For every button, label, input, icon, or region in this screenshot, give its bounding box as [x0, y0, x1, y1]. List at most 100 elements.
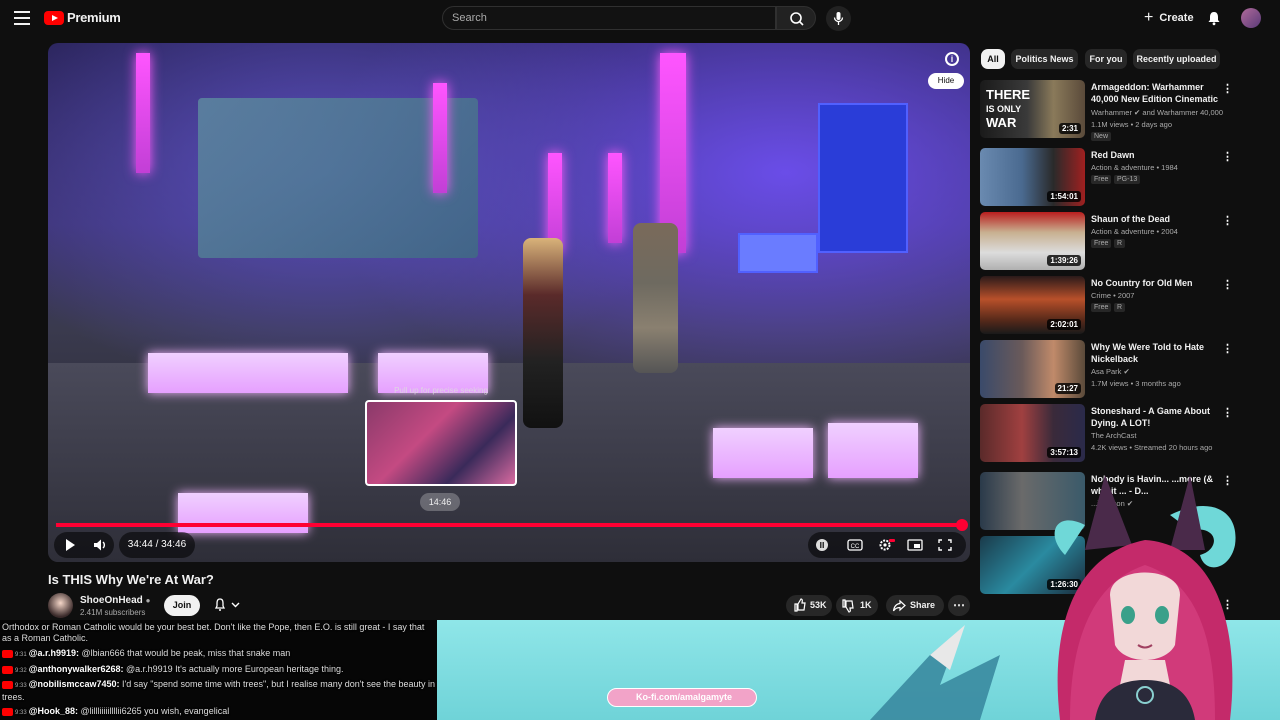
- bell-icon: [214, 598, 240, 611]
- video-thumbnail[interactable]: 1:54:01: [980, 148, 1085, 206]
- youtube-icon: [2, 680, 13, 689]
- chip-all[interactable]: All: [981, 49, 1005, 69]
- join-button[interactable]: Join: [164, 595, 200, 616]
- recommendation-meta: Crime • 2007: [1091, 291, 1135, 300]
- video-scene-person: [523, 238, 563, 428]
- voice-search-button[interactable]: [826, 6, 851, 31]
- volume-icon: [94, 539, 105, 551]
- channel-name[interactable]: ShoeOnHead ●: [80, 595, 150, 606]
- recommendation-item[interactable]: THERE IS ONLY WAR 2:31 Armageddon: Warhamm…: [980, 80, 1270, 141]
- chat-time: 9:33: [15, 710, 27, 716]
- chat-text: Orthodox or Roman Catholic would be your…: [2, 622, 425, 643]
- recommendation-channel[interactable]: Warhammer ✔ and Warhammer 40,000: [1091, 108, 1223, 118]
- play-icon: [66, 539, 75, 551]
- svg-text:CC: CC: [851, 544, 860, 550]
- thumbnail-art-text: THERE IS ONLY WAR: [986, 87, 1031, 130]
- like-count: 53K: [810, 600, 827, 610]
- video-scene-light: [136, 53, 150, 173]
- chat-text: @lbian666 that would be peak, miss that …: [81, 648, 291, 658]
- recommendation-title[interactable]: Why We Were Told to Hate Nickelback: [1091, 341, 1219, 365]
- channel-avatar[interactable]: [48, 593, 73, 618]
- more-vertical-icon[interactable]: ⋮: [1222, 214, 1233, 227]
- free-badge: Free: [1091, 303, 1112, 312]
- recommendation-title[interactable]: No Country for Old Men: [1091, 277, 1219, 289]
- subscriber-count: 2.41M subscribers: [80, 608, 146, 617]
- video-duration: 21:27: [1054, 383, 1081, 394]
- recommendation-title[interactable]: Stoneshard - A Game About Dying. A LOT!: [1091, 405, 1219, 429]
- video-duration: 2:02:01: [1047, 319, 1081, 330]
- autoplay-toggle[interactable]: [812, 532, 832, 562]
- hide-button[interactable]: Hide: [928, 73, 964, 89]
- recommendation-item[interactable]: 1:54:01 Red Dawn Action & adventure • 19…: [980, 148, 1270, 208]
- vtuber-avatar: [870, 475, 1236, 720]
- account-avatar[interactable]: [1241, 8, 1261, 28]
- create-button[interactable]: + Create: [1136, 6, 1196, 30]
- kofi-link[interactable]: Ko-fi.com/amalgamyte: [607, 688, 757, 707]
- chat-username: @anthonywalker6268:: [28, 664, 124, 674]
- chip-for-you[interactable]: For you: [1085, 49, 1127, 69]
- captions-icon: CC: [847, 539, 863, 551]
- video-thumbnail[interactable]: 3:57:13: [980, 404, 1085, 462]
- recommendation-title[interactable]: Red Dawn: [1091, 149, 1219, 161]
- chat-message: 9:32 @anthonywalker6268: @a.r.h9919 It's …: [2, 664, 344, 674]
- free-badge: Free: [1091, 175, 1112, 184]
- free-badge: Free: [1091, 239, 1112, 248]
- recommendation-meta: Action & adventure • 1984: [1091, 163, 1178, 172]
- recommendation-title[interactable]: Shaun of the Dead: [1091, 213, 1219, 225]
- youtube-icon: [2, 649, 13, 658]
- recommendation-stats: 1.1M views • 2 days ago: [1091, 120, 1172, 129]
- recommendation-channel[interactable]: Asa Park ✔: [1091, 367, 1130, 377]
- chat-time: 9:32: [15, 668, 27, 674]
- video-duration: 1:54:01: [1047, 191, 1081, 202]
- play-button[interactable]: [58, 532, 82, 562]
- video-scene-stage-light: [148, 353, 348, 393]
- more-vertical-icon[interactable]: ⋮: [1222, 342, 1233, 355]
- thumbs-up-icon: [794, 598, 806, 612]
- progress-bar[interactable]: [56, 523, 962, 527]
- menu-icon[interactable]: [14, 11, 30, 25]
- recommendation-item[interactable]: 2:02:01 No Country for Old Men Crime • 2…: [980, 276, 1270, 336]
- video-scene-panel: [738, 233, 818, 273]
- search-input[interactable]: Search: [442, 6, 776, 30]
- youtube-icon: [2, 707, 13, 716]
- chip-politics-news[interactable]: Politics News: [1011, 49, 1078, 69]
- pause-icon: [816, 539, 828, 551]
- search-icon: [790, 12, 804, 26]
- video-scene-panel: [818, 103, 908, 253]
- video-thumbnail[interactable]: THERE IS ONLY WAR 2:31: [980, 80, 1085, 138]
- recommendation-stats: 4.2K views • Streamed 20 hours ago: [1091, 443, 1213, 452]
- subscription-bell-button[interactable]: [206, 595, 248, 616]
- stream-chat-overlay: Orthodox or Roman Catholic would be your…: [0, 620, 437, 720]
- video-scene-person: [633, 223, 678, 373]
- subtitles-button[interactable]: CC: [844, 532, 866, 562]
- video-thumbnail[interactable]: 21:27: [980, 340, 1085, 398]
- seek-preview-thumbnail: [365, 400, 517, 486]
- chat-time: 9:31: [15, 652, 27, 658]
- chat-text: @lillliiiiillllii6265 you wish, evangeli…: [80, 706, 230, 716]
- search-button[interactable]: [776, 6, 816, 30]
- recommendation-meta: Action & adventure • 2004: [1091, 227, 1178, 236]
- video-title: Is THIS Why We're At War?: [48, 572, 214, 587]
- bell-icon: [1208, 12, 1220, 26]
- more-vertical-icon[interactable]: ⋮: [1222, 278, 1233, 291]
- recommendation-channel[interactable]: The ArchCast: [1091, 431, 1136, 441]
- rating-badge: PG-13: [1114, 175, 1141, 184]
- video-duration: 2:31: [1058, 123, 1081, 134]
- video-thumbnail[interactable]: 2:02:01: [980, 276, 1085, 334]
- youtube-logo[interactable]: Premium: [44, 10, 121, 25]
- chip-recently-uploaded[interactable]: Recently uploaded: [1133, 49, 1220, 69]
- like-button[interactable]: 53K: [786, 595, 832, 616]
- info-icon[interactable]: i: [945, 52, 959, 66]
- more-vertical-icon[interactable]: ⋮: [1222, 150, 1233, 163]
- volume-button[interactable]: [88, 532, 112, 562]
- more-vertical-icon[interactable]: ⋮: [1222, 406, 1233, 419]
- chat-username: @nobilismccaw7450:: [28, 679, 120, 689]
- more-vertical-icon[interactable]: ⋮: [1222, 82, 1233, 95]
- notifications-button[interactable]: [1206, 10, 1222, 26]
- video-thumbnail[interactable]: 1:39:26: [980, 212, 1085, 270]
- recommendation-item[interactable]: 21:27 Why We Were Told to Hate Nickelbac…: [980, 340, 1270, 400]
- video-player[interactable]: i Hide Pull up for precise seeking 14:46…: [48, 43, 970, 562]
- chat-message: 9:33 @nobilismccaw7450: I'd say "spend so…: [2, 679, 436, 703]
- recommendation-item[interactable]: 1:39:26 Shaun of the Dead Action & adven…: [980, 212, 1270, 272]
- recommendation-title[interactable]: Armageddon: Warhammer 40,000 New Edition…: [1091, 81, 1219, 105]
